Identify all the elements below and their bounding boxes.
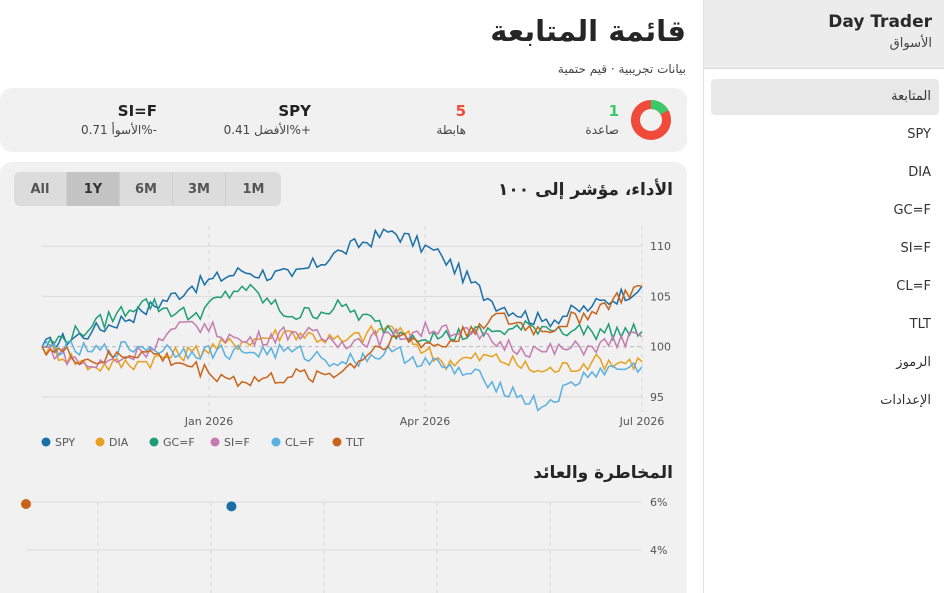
- risk-y-tick-label: 4%: [650, 544, 667, 557]
- page-subtitle: بيانات تجريبية · قيم حتمية: [557, 62, 686, 76]
- range-6m-button[interactable]: 6M: [120, 172, 173, 206]
- down-count: 5: [455, 102, 466, 120]
- legend-marker: [332, 437, 342, 447]
- legend-marker: [149, 437, 159, 447]
- legend-label: GC=F: [163, 436, 195, 449]
- legend-label: CL=F: [285, 436, 314, 449]
- x-tick-label: Jul 2026: [619, 415, 665, 428]
- x-tick-label: Jan 2026: [184, 415, 233, 428]
- y-tick-label: 110: [650, 240, 671, 253]
- down-label: هابطة: [436, 123, 466, 137]
- y-tick-label: 95: [650, 391, 664, 404]
- best-label: الأفضل 0.41%+: [223, 123, 311, 137]
- legend-label: TLT: [345, 436, 364, 449]
- legend-marker: [210, 437, 220, 447]
- best-symbol: SPY: [278, 102, 311, 120]
- range-selector: All 1Y 6M 3M 1M: [14, 172, 281, 206]
- range-3m-button[interactable]: 3M: [173, 172, 226, 206]
- down-stat: 5 هابطة: [436, 102, 466, 137]
- risk-point-tlt[interactable]: [21, 499, 31, 509]
- worst-label: الأسوأ 0.71%-: [80, 123, 157, 137]
- series-line-tlt: [41, 284, 643, 388]
- legend-label: SPY: [55, 436, 75, 449]
- up-label: صاعدة: [585, 123, 619, 137]
- app-name: Day Trader: [828, 12, 932, 32]
- risk-y-tick-label: 6%: [650, 496, 667, 509]
- up-stat: 1 صاعدة: [585, 102, 619, 137]
- app-section: الأسواق: [889, 36, 932, 51]
- risk-title: المخاطرة والعائد: [533, 463, 673, 483]
- x-tick-label: Apr 2026: [400, 415, 451, 428]
- brand: Day Trader الأسواق: [704, 0, 944, 69]
- sidebar-item-gcf[interactable]: GC=F: [711, 193, 939, 229]
- sidebar-item-tlt[interactable]: TLT: [711, 307, 939, 343]
- range-1y-button[interactable]: 1Y: [67, 172, 120, 206]
- sidebar-nav: المتابعة SPY DIA GC=F SI=F CL=F TLT الرم…: [711, 79, 939, 421]
- performance-card: الأداء، مؤشر إلى ١٠٠ All 1Y 6M 3M 1M 95 1…: [0, 162, 687, 462]
- legend-marker: [95, 437, 105, 447]
- sidebar: Day Trader الأسواق المتابعة SPY DIA GC=F…: [703, 0, 944, 593]
- series-line-gcf: [41, 283, 643, 349]
- sidebar-item-dia[interactable]: DIA: [711, 155, 939, 191]
- range-1m-button[interactable]: 1M: [226, 172, 281, 206]
- legend-label: DIA: [109, 436, 129, 449]
- sidebar-item-watchlist[interactable]: المتابعة: [711, 79, 939, 115]
- series-line-sif: [41, 320, 643, 369]
- sidebar-item-spy[interactable]: SPY: [711, 117, 939, 153]
- y-tick-label: 100: [650, 341, 671, 354]
- worst-symbol: SI=F: [117, 102, 157, 120]
- up-down-donut: [631, 100, 671, 140]
- series-line-clf: [41, 340, 643, 412]
- sidebar-item-sif[interactable]: SI=F: [711, 231, 939, 267]
- legend-label: SI=F: [224, 436, 250, 449]
- performance-chart: 95 100 105 110 Jan 2026 Apr 2026 Jul 2026 SPY DI…: [41, 226, 671, 449]
- up-count: 1: [608, 102, 619, 120]
- performance-title: الأداء، مؤشر إلى ١٠٠: [498, 180, 673, 200]
- range-all-button[interactable]: All: [14, 172, 67, 206]
- worst-stat: SI=F الأسوأ 0.71%-: [81, 102, 157, 137]
- sidebar-item-settings[interactable]: الإعدادات: [711, 383, 939, 419]
- sidebar-item-clf[interactable]: CL=F: [711, 269, 939, 305]
- risk-card: المخاطرة والعائد 6% 4%: [0, 452, 687, 593]
- legend-marker: [271, 437, 281, 447]
- summary-card: 1 صاعدة 5 هابطة SPY الأفضل 0.41%+ SI=F ا…: [0, 88, 687, 152]
- sidebar-item-symbols[interactable]: الرموز: [711, 345, 939, 381]
- risk-chart: 6% 4%: [21, 496, 667, 593]
- y-tick-label: 105: [650, 290, 671, 303]
- page-title: قائمة المتابعة: [490, 14, 686, 48]
- legend-marker: [41, 437, 51, 447]
- best-stat: SPY الأفضل 0.41%+: [224, 102, 311, 137]
- risk-point-spy[interactable]: [226, 501, 237, 512]
